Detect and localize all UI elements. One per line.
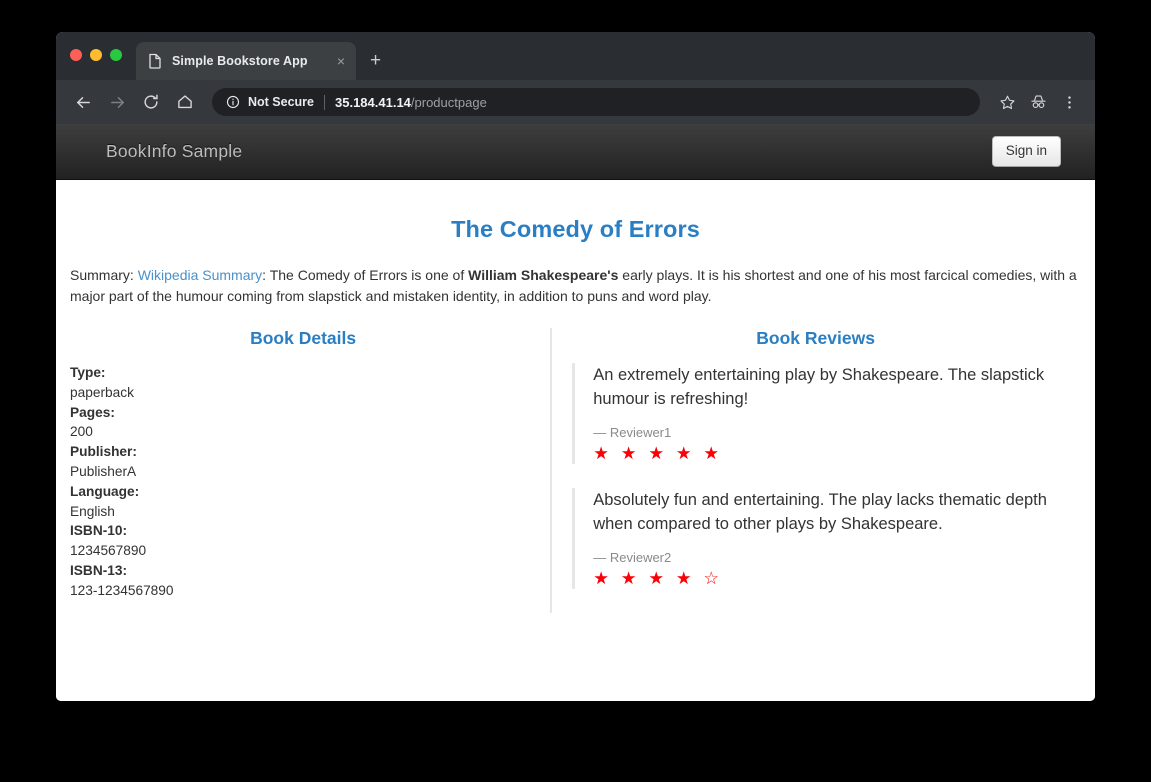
detail-label-isbn13: ISBN-13: [70, 562, 128, 578]
close-icon[interactable]: × [334, 51, 348, 71]
detail-value-type: paperback [70, 384, 134, 400]
detail-value-language: English [70, 503, 115, 519]
summary-part-1: : The Comedy of Errors is one of [262, 267, 469, 283]
url-host: 35.184.41.14 [335, 94, 411, 110]
browser-toolbar: Not Secure 35.184.41.14 /productpage [56, 80, 1095, 124]
summary-prefix: Summary: [70, 267, 138, 283]
tab-strip: Simple Bookstore App × + [56, 32, 1095, 80]
review-author: — Reviewer1 [593, 425, 672, 440]
page-viewport: BookInfo Sample Sign in The Comedy of Er… [56, 124, 1095, 701]
browser-tab[interactable]: Simple Bookstore App × [136, 42, 356, 80]
review-text: An extremely entertaining play by Shakes… [593, 366, 1045, 408]
back-arrow-icon[interactable] [68, 87, 98, 117]
review-item: An extremely entertaining play by Shakes… [572, 363, 1081, 464]
detail-value-pages: 200 [70, 424, 93, 440]
forward-arrow-icon[interactable] [102, 87, 132, 117]
home-icon[interactable] [170, 87, 200, 117]
review-author: — Reviewer2 [593, 550, 672, 565]
toolbar-actions [990, 88, 1083, 116]
tab-title: Simple Bookstore App [172, 54, 308, 68]
review-item: Absolutely fun and entertaining. The pla… [572, 488, 1081, 589]
reload-icon[interactable] [136, 87, 166, 117]
detail-label-pages: Pages: [70, 404, 115, 420]
detail-label-isbn10: ISBN-10: [70, 523, 128, 539]
content-columns: Book Details Type: paperback Pages: 200 … [70, 328, 1081, 613]
wikipedia-summary-link[interactable]: Wikipedia Summary [138, 267, 262, 283]
summary-author-bold: William Shakespeare's [468, 267, 619, 283]
incognito-icon[interactable] [1024, 88, 1052, 116]
browser-window: Simple Bookstore App × + Not Secure 35.1… [56, 32, 1095, 701]
detail-label-publisher: Publisher: [70, 444, 137, 460]
star-rating-icon: ★ ★ ★ ★ ★ [593, 443, 723, 463]
detail-label-type: Type: [70, 365, 106, 380]
review-text: Absolutely fun and entertaining. The pla… [593, 491, 1047, 533]
url-path: /productpage [410, 94, 487, 110]
book-reviews-column: Book Reviews An extremely entertaining p… [550, 328, 1081, 613]
close-window-button[interactable] [70, 49, 82, 61]
window-traffic-lights [70, 49, 122, 61]
site-brand[interactable]: BookInfo Sample [106, 141, 242, 162]
sign-in-button[interactable]: Sign in [991, 136, 1061, 167]
site-navbar: BookInfo Sample Sign in [56, 124, 1095, 180]
page-content: The Comedy of Errors Summary: Wikipedia … [56, 216, 1095, 613]
star-icon[interactable] [993, 88, 1021, 116]
detail-label-language: Language: [70, 483, 140, 499]
detail-value-isbn10: 1234567890 [70, 543, 147, 559]
maximize-window-button[interactable] [110, 49, 122, 61]
info-circle-icon[interactable] [226, 95, 240, 109]
new-tab-button[interactable]: + [370, 51, 381, 70]
desktop-background: Simple Bookstore App × + Not Secure 35.1… [0, 0, 1151, 782]
page-title: The Comedy of Errors [451, 216, 700, 242]
detail-value-isbn13: 123-1234567890 [70, 582, 174, 598]
omnibox-divider [324, 94, 325, 110]
book-details-heading: Book Details [250, 328, 357, 348]
book-reviews-heading: Book Reviews [756, 328, 875, 348]
book-details-list: Type: paperback Pages: 200 Publisher: Pu… [70, 363, 536, 601]
security-status-label: Not Secure [248, 95, 314, 109]
star-rating-icon: ★ ★ ★ ★ ☆ [593, 568, 723, 588]
detail-value-publisher: PublisherA [70, 463, 137, 479]
minimize-window-button[interactable] [90, 49, 102, 61]
book-summary: Summary: Wikipedia Summary: The Comedy o… [70, 265, 1081, 306]
page-icon [148, 53, 162, 69]
book-details-column: Book Details Type: paperback Pages: 200 … [70, 328, 550, 613]
three-dot-menu-icon[interactable] [1055, 88, 1083, 116]
address-bar[interactable]: Not Secure 35.184.41.14 /productpage [212, 88, 980, 116]
